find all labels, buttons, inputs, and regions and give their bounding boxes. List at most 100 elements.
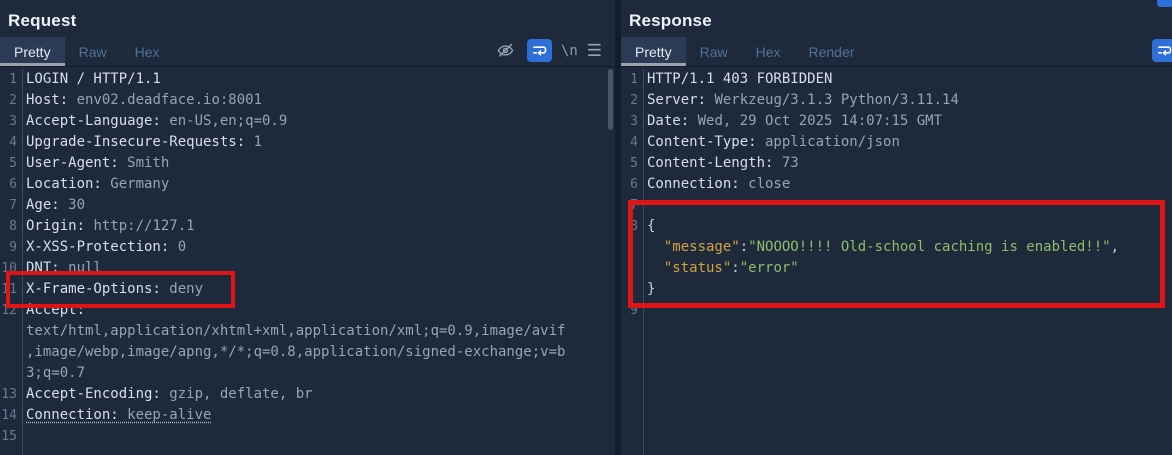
- request-panel: Request PrettyRawHex \n ☰: [0, 0, 615, 455]
- code-line: 8Origin: http://127.1: [0, 216, 615, 237]
- soft-wrap-toggle-icon[interactable]: [1152, 39, 1172, 62]
- code-line: 7: [621, 195, 1172, 216]
- line-number: 3: [621, 111, 643, 132]
- code-line: 7Age: 30: [0, 195, 615, 216]
- hide-eye-icon[interactable]: [493, 39, 518, 62]
- line-number: 1: [0, 69, 22, 90]
- request-scrollbar[interactable]: [607, 69, 615, 455]
- code-line: 5Content-Length: 73: [621, 153, 1172, 174]
- line-number: 7: [0, 195, 22, 216]
- request-scrollbar-thumb[interactable]: [608, 69, 613, 130]
- editor-menu-icon[interactable]: ☰: [587, 42, 602, 59]
- line-number: [621, 279, 643, 300]
- line-number: 11: [0, 279, 22, 300]
- line-number: 15: [0, 426, 22, 447]
- line-number: 12: [0, 300, 22, 321]
- code-line: 6Connection: close: [621, 174, 1172, 195]
- request-tab-bar: PrettyRawHex: [0, 37, 174, 66]
- code-line: 3;q=0.7: [0, 363, 615, 384]
- code-line: 1HTTP/1.1 403 FORBIDDEN: [621, 69, 1172, 90]
- code-line: 3Date: Wed, 29 Oct 2025 14:07:15 GMT: [621, 111, 1172, 132]
- request-editor[interactable]: 1LOGIN / HTTP/1.12Host: env02.deadface.i…: [0, 69, 615, 455]
- code-line: 2Server: Werkzeug/3.1.3 Python/3.11.14: [621, 90, 1172, 111]
- response-tab-bar: PrettyRawHexRender: [621, 37, 868, 66]
- line-number: 14: [0, 405, 22, 426]
- line-text: Accept:: [22, 300, 85, 321]
- line-number: 4: [621, 132, 643, 153]
- line-number: 9: [621, 300, 643, 321]
- line-text: X-XSS-Protection: 0: [22, 237, 186, 258]
- partial-button-icon[interactable]: [1157, 0, 1172, 7]
- gutter-divider: [22, 69, 23, 455]
- tab-raw[interactable]: Raw: [65, 37, 121, 66]
- line-text: LOGIN / HTTP/1.1: [22, 69, 161, 90]
- tab-render[interactable]: Render: [795, 37, 869, 66]
- line-text: Connection: close: [643, 174, 790, 195]
- code-line: 11X-Frame-Options: deny: [0, 279, 615, 300]
- line-text: Upgrade-Insecure-Requests: 1: [22, 132, 262, 153]
- line-text: "status":"error": [643, 258, 799, 279]
- response-title: Response: [629, 11, 712, 31]
- line-number: 8: [0, 216, 22, 237]
- line-number: 6: [621, 174, 643, 195]
- line-number: 3: [0, 111, 22, 132]
- line-text: Origin: http://127.1: [22, 216, 195, 237]
- code-line: ,image/webp,image/apng,*/*;q=0.8,applica…: [0, 342, 615, 363]
- line-number: 6: [0, 174, 22, 195]
- line-number: 4: [0, 132, 22, 153]
- code-line: 6Location: Germany: [0, 174, 615, 195]
- code-line: text/html,application/xhtml+xml,applicat…: [0, 321, 615, 342]
- line-text: Accept-Encoding: gzip, deflate, br: [22, 384, 313, 405]
- code-line: }: [621, 279, 1172, 300]
- line-number: [0, 321, 22, 342]
- line-text: text/html,application/xhtml+xml,applicat…: [22, 321, 565, 342]
- code-line: 9: [621, 300, 1172, 321]
- code-line: 5User-Agent: Smith: [0, 153, 615, 174]
- line-text: }: [643, 279, 655, 300]
- tab-hex[interactable]: Hex: [121, 37, 174, 66]
- code-line: 9X-XSS-Protection: 0: [0, 237, 615, 258]
- line-number: 2: [0, 90, 22, 111]
- line-number: 2: [621, 90, 643, 111]
- line-text: Server: Werkzeug/3.1.3 Python/3.11.14: [643, 90, 959, 111]
- code-line: 4Content-Type: application/json: [621, 132, 1172, 153]
- gutter-divider: [643, 69, 644, 455]
- line-text: {: [643, 216, 655, 237]
- line-number: 1: [621, 69, 643, 90]
- line-text: Connection: keep-alive: [22, 405, 211, 426]
- line-text: X-Frame-Options: deny: [22, 279, 203, 300]
- line-text: User-Agent: Smith: [22, 153, 169, 174]
- code-line: 4Upgrade-Insecure-Requests: 1: [0, 132, 615, 153]
- line-text: Age: 30: [22, 195, 85, 216]
- line-number: [621, 258, 643, 279]
- code-line: 2Host: env02.deadface.io:8001: [0, 90, 615, 111]
- response-editor[interactable]: 1HTTP/1.1 403 FORBIDDEN2Server: Werkzeug…: [621, 69, 1172, 455]
- line-number: [621, 237, 643, 258]
- request-title: Request: [8, 11, 76, 31]
- line-number: 13: [0, 384, 22, 405]
- code-line: 8{: [621, 216, 1172, 237]
- line-number: 10: [0, 258, 22, 279]
- code-line: 10DNT: null: [0, 258, 615, 279]
- line-text: Content-Length: 73: [643, 153, 799, 174]
- tab-pretty[interactable]: Pretty: [0, 37, 65, 66]
- code-line: 15: [0, 426, 615, 447]
- response-panel: Response PrettyRawHexRender 1HTTP/1.1 40…: [621, 0, 1172, 455]
- code-line: "message":"NOOOO!!!! Old-school caching …: [621, 237, 1172, 258]
- line-text: Date: Wed, 29 Oct 2025 14:07:15 GMT: [643, 111, 942, 132]
- line-text: Content-Type: application/json: [643, 132, 900, 153]
- line-text: Host: env02.deadface.io:8001: [22, 90, 262, 111]
- line-number: [0, 342, 22, 363]
- line-text: HTTP/1.1 403 FORBIDDEN: [643, 69, 832, 90]
- show-newlines-toggle[interactable]: \n: [561, 43, 578, 59]
- line-text: Accept-Language: en-US,en;q=0.9: [22, 111, 287, 132]
- tab-pretty[interactable]: Pretty: [621, 37, 686, 66]
- code-line: 14Connection: keep-alive: [0, 405, 615, 426]
- line-number: 9: [0, 237, 22, 258]
- line-number: 5: [0, 153, 22, 174]
- request-toolbar: \n ☰: [493, 39, 602, 62]
- tab-raw[interactable]: Raw: [686, 37, 742, 66]
- soft-wrap-toggle-icon[interactable]: [527, 39, 552, 62]
- tab-hex[interactable]: Hex: [742, 37, 795, 66]
- code-line: 3Accept-Language: en-US,en;q=0.9: [0, 111, 615, 132]
